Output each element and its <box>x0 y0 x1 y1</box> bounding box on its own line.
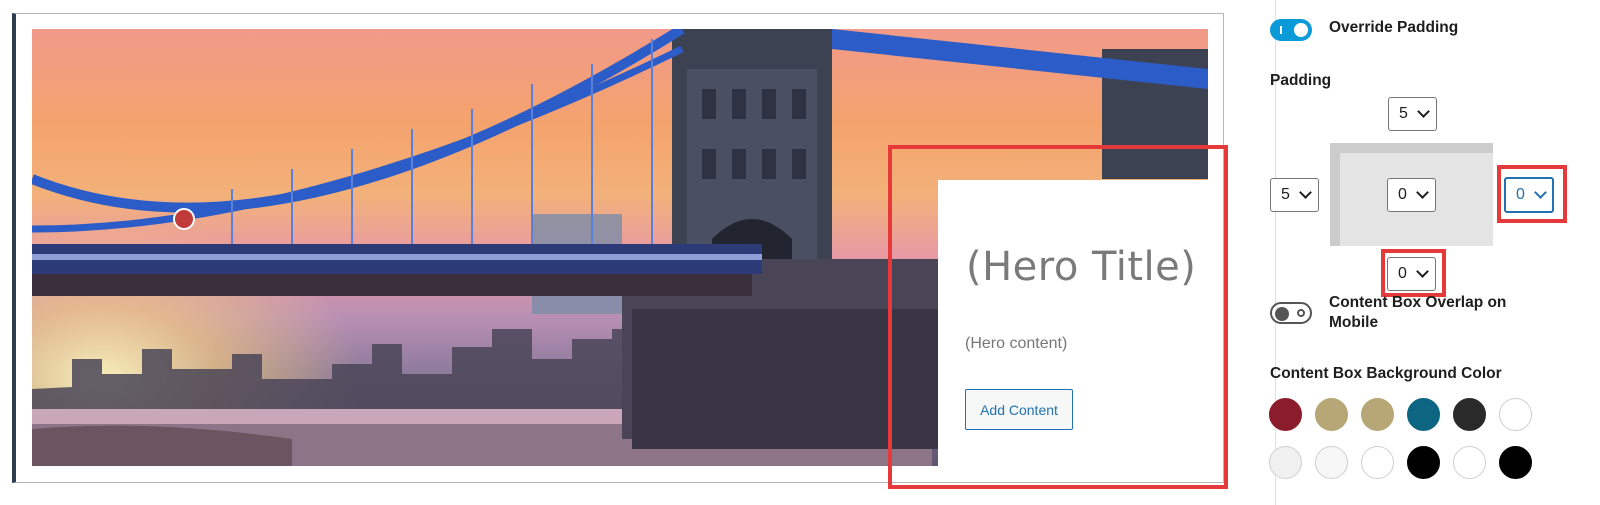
color-swatch[interactable] <box>1407 398 1440 431</box>
overlap-mobile-label: Content Box Overlap on Mobile <box>1329 294 1507 331</box>
toggle-off-indicator-icon <box>1297 309 1305 317</box>
padding-left-value: 5 <box>1281 186 1290 203</box>
padding-right-select[interactable]: 0 <box>1504 177 1554 213</box>
padding-bottom-value: 0 <box>1398 265 1407 282</box>
padding-bottom-select[interactable]: 0 <box>1387 257 1436 291</box>
color-swatch[interactable] <box>1315 446 1348 479</box>
toggle-knob <box>1294 23 1308 37</box>
padding-top-value: 5 <box>1399 105 1408 122</box>
padding-center-select[interactable]: 0 <box>1387 178 1436 212</box>
hero-title[interactable]: (Hero Title) <box>966 244 1196 290</box>
padding-right-value: 0 <box>1516 186 1525 203</box>
bg-color-label: Content Box Background Color <box>1270 365 1502 382</box>
padding-left-select[interactable]: 5 <box>1270 178 1319 212</box>
color-swatch[interactable] <box>1407 446 1440 479</box>
color-swatch[interactable] <box>1453 398 1486 431</box>
padding-label: Padding <box>1270 72 1332 89</box>
color-swatch[interactable] <box>1499 446 1532 479</box>
color-swatch[interactable] <box>1453 446 1486 479</box>
add-content-button[interactable]: Add Content <box>965 389 1073 430</box>
padding-center-value: 0 <box>1398 186 1407 203</box>
toggle-on-indicator-icon <box>1280 26 1282 34</box>
color-swatch[interactable] <box>1315 398 1348 431</box>
toggle-knob <box>1275 307 1289 321</box>
color-swatch[interactable] <box>1269 446 1302 479</box>
color-swatch[interactable] <box>1361 446 1394 479</box>
hero-content-box[interactable]: (Hero Title) (Hero content) Add Content <box>938 180 1208 466</box>
color-swatch[interactable] <box>1361 398 1394 431</box>
chevron-down-icon <box>1416 265 1429 278</box>
override-padding-label: Override Padding <box>1329 19 1459 36</box>
chevron-down-icon <box>1299 186 1312 199</box>
override-padding-toggle[interactable] <box>1270 19 1312 41</box>
color-swatch[interactable] <box>1269 398 1302 431</box>
chevron-down-icon <box>1534 186 1547 199</box>
color-swatch[interactable] <box>1499 398 1532 431</box>
chevron-down-icon <box>1416 186 1429 199</box>
padding-top-select[interactable]: 5 <box>1388 97 1437 131</box>
editor-canvas: (Hero Title) (Hero content) Add Content <box>0 0 1275 505</box>
overlap-mobile-toggle[interactable] <box>1270 302 1312 324</box>
hero-content[interactable]: (Hero content) <box>965 335 1067 353</box>
chevron-down-icon <box>1417 105 1430 118</box>
